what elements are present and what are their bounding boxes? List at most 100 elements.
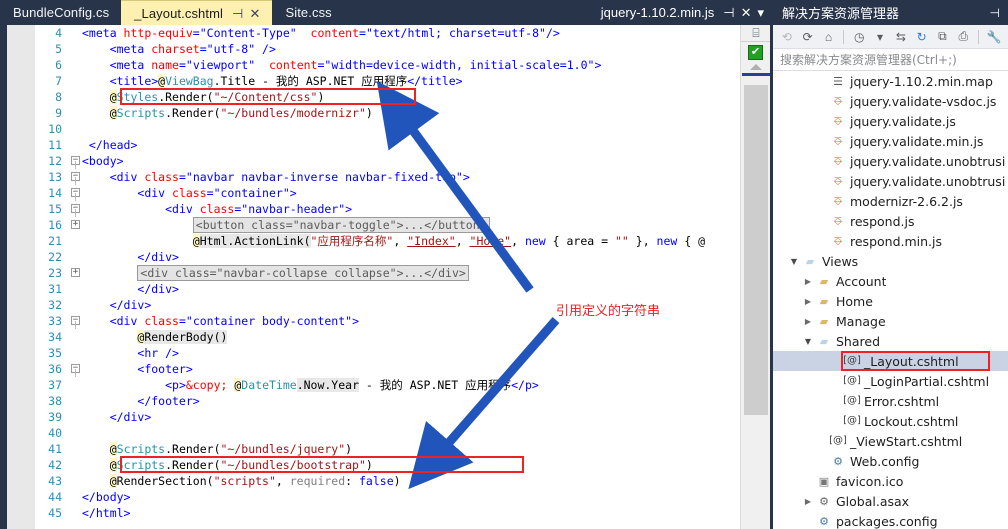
code-line[interactable]: 23 + <div class="navbar-collapse collapse…: [35, 265, 740, 281]
chevron-right-icon[interactable]: [801, 317, 815, 326]
tree-item-jquery-validate-unobtrusi[interactable]: ⎑ jquery.validate.unobtrusi: [773, 171, 1008, 191]
code-token: </title>: [407, 74, 463, 88]
code-line[interactable]: 36− <footer>: [35, 361, 740, 377]
code-line[interactable]: 21 @Html.ActionLink("应用程序名称", "Index", "…: [35, 233, 740, 249]
tree-item-lockout-cshtml[interactable]: [@] Lockout.cshtml: [773, 411, 1008, 431]
tree-item-jquery-validate-min-js[interactable]: ⎑ jquery.validate.min.js: [773, 131, 1008, 151]
show-all-files-icon[interactable]: ⎙: [954, 28, 972, 46]
solution-tree[interactable]: ☰ jquery-1.10.2.min.map ⎑ jquery.validate-v…: [773, 71, 1008, 529]
chevron-right-icon[interactable]: [801, 277, 815, 286]
scrollbar-track[interactable]: [741, 73, 770, 529]
fold-marker[interactable]: −: [69, 153, 82, 169]
code-line[interactable]: 13− <div class="navbar navbar-inverse na…: [35, 169, 740, 185]
tree-item-respond-js[interactable]: ⎑ respond.js: [773, 211, 1008, 231]
code-line[interactable]: 10: [35, 121, 740, 137]
fold-marker[interactable]: −: [69, 201, 82, 217]
tree-item-jquery-1-10-2-min-map[interactable]: ☰ jquery-1.10.2.min.map: [773, 71, 1008, 91]
pin-icon[interactable]: ⊣: [723, 5, 734, 21]
tree-item-favicon-ico[interactable]: ▣ favicon.ico: [773, 471, 1008, 491]
code-line[interactable]: 37 <p>&copy; @DateTime.Now.Year - 我的 ASP…: [35, 377, 740, 393]
code-line[interactable]: 11 </head>: [35, 137, 740, 153]
tree-item-home[interactable]: ▰ Home: [773, 291, 1008, 311]
fold-marker[interactable]: −: [69, 185, 82, 201]
code-line[interactable]: 45 </html>: [35, 505, 740, 521]
chevron-down-icon[interactable]: [787, 257, 801, 266]
code-line[interactable]: 38 </footer>: [35, 393, 740, 409]
pin-icon[interactable]: ⊣: [232, 7, 243, 20]
code-line[interactable]: 22 </div>: [35, 249, 740, 265]
code-token: "width=device-width, initial-scale=1.0": [324, 58, 595, 72]
code-line[interactable]: 9 @Scripts.Render("~/bundles/modernizr"): [35, 105, 740, 121]
tree-item-modernizr-2-6-2-js[interactable]: ⎑ modernizr-2.6.2.js: [773, 191, 1008, 211]
chevron-down-icon[interactable]: ▾: [871, 28, 889, 46]
tree-item-packages-config[interactable]: ⚙ packages.config: [773, 511, 1008, 529]
fold-marker[interactable]: −: [69, 313, 82, 329]
tree-item-global-asax[interactable]: ⚙ Global.asax: [773, 491, 1008, 511]
code-line[interactable]: 44 </body>: [35, 489, 740, 505]
code-line[interactable]: 40: [35, 425, 740, 441]
code-line[interactable]: 5 <meta charset="utf-8" />: [35, 41, 740, 57]
tree-item-web-config[interactable]: ⚙ Web.config: [773, 451, 1008, 471]
tab-bundleconfig-cs[interactable]: BundleConfig.cs: [0, 0, 121, 25]
tab-jquery-min-js[interactable]: jquery-1.10.2.min.js ⊣ ✕ ▾: [591, 0, 770, 25]
scroll-up-icon[interactable]: [749, 64, 762, 70]
home-icon[interactable]: ⌂: [820, 28, 838, 46]
tree-item-jquery-validate-unobtrusi[interactable]: ⎑ jquery.validate.unobtrusi: [773, 151, 1008, 171]
sync-icon[interactable]: ⇆: [892, 28, 910, 46]
editor-vertical-scrollbar[interactable]: ⌸ ✔: [740, 25, 770, 529]
search-input[interactable]: 搜索解决方案资源管理器(Ctrl+;): [773, 49, 1008, 71]
collapse-all-icon[interactable]: ⧉: [934, 28, 952, 46]
fold-marker[interactable]: −: [69, 169, 82, 185]
editor-indicator-margin[interactable]: [7, 25, 35, 529]
tree-item-respond-min-js[interactable]: ⎑ respond.min.js: [773, 231, 1008, 251]
code-text-area[interactable]: 4 <meta http-equiv="Content-Type" content…: [35, 25, 740, 529]
code-line[interactable]: 39 </div>: [35, 409, 740, 425]
tree-item-shared[interactable]: ▰ Shared: [773, 331, 1008, 351]
code-line[interactable]: 34 @RenderBody(): [35, 329, 740, 345]
split-view-icon[interactable]: ⌸: [741, 25, 770, 42]
tree-item-error-cshtml[interactable]: [@] Error.cshtml: [773, 391, 1008, 411]
code-line[interactable]: 42 @Scripts.Render("~/bundles/bootstrap"…: [35, 457, 740, 473]
pending-changes-icon[interactable]: ◷: [850, 28, 868, 46]
tree-item-jquery-validate-vsdoc-js[interactable]: ⎑ jquery.validate-vsdoc.js: [773, 91, 1008, 111]
code-line[interactable]: 7 <title>@ViewBag.Title - 我的 ASP.NET 应用程…: [35, 73, 740, 89]
tab-layout-cshtml[interactable]: _Layout.cshtml ⊣ ✕: [121, 0, 273, 25]
close-icon[interactable]: ✕: [741, 5, 752, 21]
code-line[interactable]: 8 @Styles.Render("~/Content/css"): [35, 89, 740, 105]
scrollbar-thumb[interactable]: [744, 85, 768, 415]
close-icon[interactable]: ✕: [249, 7, 260, 20]
chevron-right-icon[interactable]: [801, 297, 815, 306]
tree-item-loginpartial-cshtml[interactable]: [@] _LoginPartial.cshtml: [773, 371, 1008, 391]
chevron-down-icon[interactable]: ▾: [757, 5, 764, 21]
code-line[interactable]: 16 + <button class="navbar-toggle">...</b…: [35, 217, 740, 233]
pin-icon[interactable]: ⊣: [990, 6, 1000, 20]
tree-item-account[interactable]: ▰ Account: [773, 271, 1008, 291]
code-line[interactable]: 14− <div class="container">: [35, 185, 740, 201]
code-line[interactable]: 6 <meta name="viewport" content="width=d…: [35, 57, 740, 73]
tab-site-css[interactable]: Site.css: [272, 0, 343, 25]
code-line[interactable]: 35 <hr />: [35, 345, 740, 361]
code-editor[interactable]: 4 <meta http-equiv="Content-Type" content…: [0, 25, 770, 529]
tree-item-manage[interactable]: ▰ Manage: [773, 311, 1008, 331]
tree-item-viewstart-cshtml[interactable]: [@] _ViewStart.cshtml: [773, 431, 1008, 451]
tree-item-views[interactable]: ▰ Views: [773, 251, 1008, 271]
code-line[interactable]: 15− <div class="navbar-header">: [35, 201, 740, 217]
code-line[interactable]: 43 @RenderSection("scripts", required: f…: [35, 473, 740, 489]
code-line[interactable]: 31 </div>: [35, 281, 740, 297]
code-text: <div class="navbar navbar-inverse navbar…: [82, 169, 740, 185]
refresh-icon[interactable]: ↻: [913, 28, 931, 46]
forward-arrow-icon[interactable]: ⟳: [799, 28, 817, 46]
code-line[interactable]: 41 @Scripts.Render("~/bundles/jquery"): [35, 441, 740, 457]
chevron-down-icon[interactable]: [801, 337, 815, 346]
fold-marker[interactable]: −: [69, 361, 82, 377]
tree-item-jquery-validate-js[interactable]: ⎑ jquery.validate.js: [773, 111, 1008, 131]
chevron-right-icon[interactable]: [801, 497, 815, 506]
fold-marker[interactable]: +: [69, 217, 82, 233]
code-line[interactable]: 12− <body>: [35, 153, 740, 169]
tree-item-layout-cshtml[interactable]: [@] _Layout.cshtml: [773, 351, 1008, 371]
fold-marker[interactable]: +: [69, 265, 82, 281]
code-line[interactable]: 4 <meta http-equiv="Content-Type" content…: [35, 25, 740, 41]
properties-icon[interactable]: 🔧: [985, 28, 1003, 46]
back-arrow-icon[interactable]: ⟲: [778, 28, 796, 46]
no-issues-checkmark-icon[interactable]: ✔: [748, 45, 763, 60]
